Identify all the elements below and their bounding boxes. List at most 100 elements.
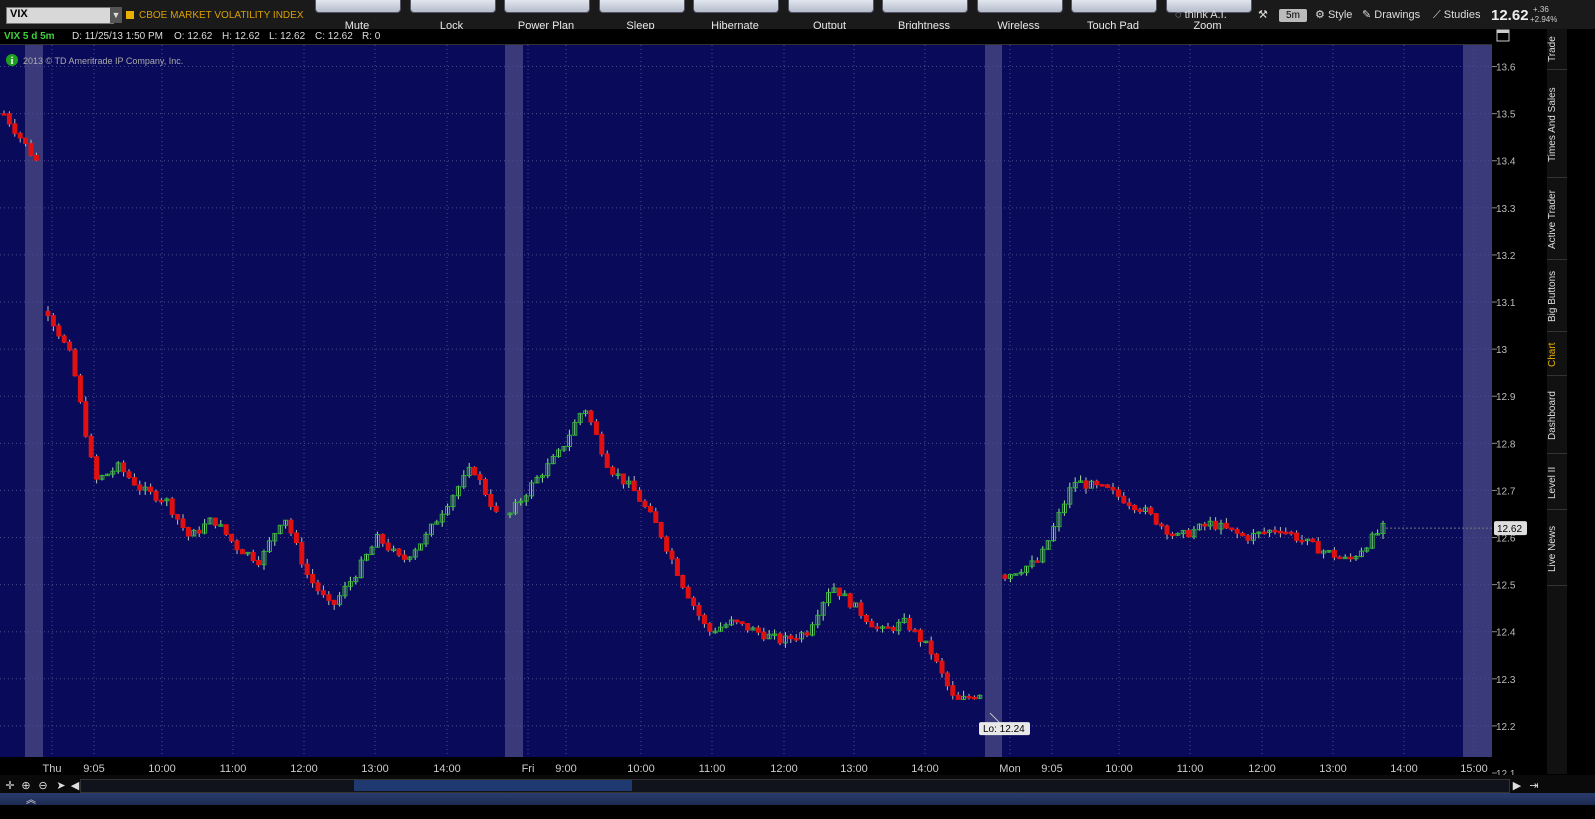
candle-body xyxy=(1283,531,1289,535)
candle-body xyxy=(1223,522,1229,529)
os-button-hibernate[interactable] xyxy=(693,0,779,13)
low-label-text: Lo: 12.24 xyxy=(983,724,1025,735)
x-tick-label: 9:05 xyxy=(83,763,104,775)
premarket-band xyxy=(25,45,43,765)
os-button-power-plan[interactable] xyxy=(504,0,590,13)
candle-body xyxy=(1153,513,1159,525)
os-button-brightness[interactable] xyxy=(882,0,968,13)
candle-body xyxy=(620,473,626,485)
candle-body xyxy=(385,542,391,551)
open-value: O: 12.62 xyxy=(174,31,213,42)
candle-body xyxy=(1099,484,1105,487)
x-tick-label: 12:00 xyxy=(290,763,318,775)
ohlc-info-bar: VIX 5 d 5m D: 11/25/13 1:50 PM O: 12.62 … xyxy=(0,29,1492,45)
candle-body xyxy=(1094,480,1100,486)
candle-body xyxy=(664,536,670,552)
timeframe-button[interactable]: 5m xyxy=(1279,9,1307,22)
symbol-description: CBOE MARKET VOLATILITY INDEX xyxy=(139,10,304,21)
chart-scrollbar[interactable] xyxy=(80,779,1510,793)
side-tab-dashboard[interactable]: Dashboard xyxy=(1547,379,1567,454)
symbol-dropdown-icon[interactable]: ▼ xyxy=(110,7,122,23)
cursor-icon[interactable]: ➤ xyxy=(54,779,68,793)
y-tick-label: 12.8 xyxy=(1496,439,1516,450)
copyright-info: i 2013 © TD Ameritrade IP Company, Inc. xyxy=(6,54,183,67)
candle-body xyxy=(658,521,664,538)
os-button-lock[interactable] xyxy=(409,0,496,13)
candle-body xyxy=(755,627,761,633)
candle-body xyxy=(137,484,143,491)
candle-body xyxy=(1126,502,1132,506)
candle-body xyxy=(1034,560,1040,563)
os-button-sleep[interactable] xyxy=(598,0,685,13)
candle-body xyxy=(1337,556,1343,560)
style-button[interactable]: ⚙ Style xyxy=(1315,7,1352,23)
candle-body xyxy=(477,474,483,481)
y-tick-label: 12.4 xyxy=(1496,628,1516,639)
candle-body xyxy=(304,563,310,575)
candle-body xyxy=(863,614,869,622)
side-tab-chart[interactable]: Chart xyxy=(1547,335,1567,376)
candle-body xyxy=(288,519,294,534)
os-button-output[interactable] xyxy=(787,0,874,13)
chart-label[interactable]: VIX 5 d 5m xyxy=(4,30,55,43)
candle-body xyxy=(934,653,940,662)
candle-body xyxy=(691,597,697,606)
side-tab-live-news[interactable]: Live News xyxy=(1547,513,1567,586)
low-value: L: 12.62 xyxy=(269,31,306,42)
side-tab-level-ii[interactable]: Level II xyxy=(1547,457,1567,510)
x-tick-label: Mon xyxy=(999,763,1020,775)
price-chart[interactable]: 13.6 13.5 13.4 13.3 13.2 13.1 13 12.9 12.8 12.7 12… xyxy=(0,45,1547,790)
maximize-icon[interactable] xyxy=(1495,28,1515,46)
zoom-out-icon[interactable]: ⊖ xyxy=(36,779,50,793)
candle-body xyxy=(685,586,691,599)
x-tick-label: 12:00 xyxy=(1248,763,1276,775)
candle-body xyxy=(1002,574,1008,579)
high-value: H: 12.62 xyxy=(222,31,260,42)
candle-body xyxy=(83,401,89,437)
side-tab-times-and-sales[interactable]: Times And Sales xyxy=(1547,73,1567,178)
os-button-touch-pad[interactable] xyxy=(1071,0,1157,13)
candle-body xyxy=(1148,507,1154,515)
style-icon: ⚙ xyxy=(1315,9,1325,21)
os-button-mute[interactable] xyxy=(315,0,401,13)
candle-body xyxy=(126,471,132,479)
scrollbar-thumb[interactable] xyxy=(354,780,632,791)
candle-body xyxy=(707,623,713,632)
think-ai-button[interactable]: ◌ think A.I. xyxy=(1175,7,1227,23)
candle-body xyxy=(1331,550,1337,558)
candle-body xyxy=(196,529,202,534)
pan-icon[interactable]: ✛ xyxy=(3,779,17,793)
candle-body xyxy=(169,498,175,515)
studies-button[interactable]: ⟋ Studies xyxy=(1433,7,1480,23)
candle-body xyxy=(950,685,956,696)
candle-body xyxy=(1234,528,1240,534)
candle-body xyxy=(739,621,745,625)
candle-body xyxy=(77,375,83,403)
candle-body xyxy=(1315,541,1321,554)
scroll-right-icon[interactable]: ▶ xyxy=(1510,779,1524,793)
side-tab-trade[interactable]: Trade xyxy=(1547,29,1567,70)
candle-body xyxy=(56,325,62,337)
candle-body xyxy=(777,633,783,644)
drawings-button[interactable]: ✎ Drawings xyxy=(1362,7,1420,23)
expand-icon[interactable]: ︽ xyxy=(26,791,36,806)
y-tick-label: 12.7 xyxy=(1496,486,1516,497)
y-tick-label: 12.9 xyxy=(1496,392,1516,403)
side-tab-active-trader[interactable]: Active Trader xyxy=(1547,181,1567,260)
last-price-label: 12.62 xyxy=(1497,524,1522,535)
candle-body xyxy=(153,490,159,501)
candle-body xyxy=(869,620,875,628)
candle-body xyxy=(955,694,961,700)
candle-body xyxy=(793,638,799,641)
candle-body xyxy=(836,587,842,597)
side-tab-big-buttons[interactable]: Big Buttons xyxy=(1547,261,1567,332)
candle-body xyxy=(674,558,680,576)
candle-body xyxy=(1272,529,1278,533)
os-button-wireless[interactable] xyxy=(976,0,1063,13)
scroll-end-icon[interactable]: ⇥ xyxy=(1527,779,1541,793)
settings-wrench-icon[interactable]: ⚒ xyxy=(1258,7,1268,23)
chart-background xyxy=(0,45,1492,775)
candle-body xyxy=(23,137,29,145)
candle-body xyxy=(928,640,934,655)
candle-body xyxy=(1121,495,1127,504)
